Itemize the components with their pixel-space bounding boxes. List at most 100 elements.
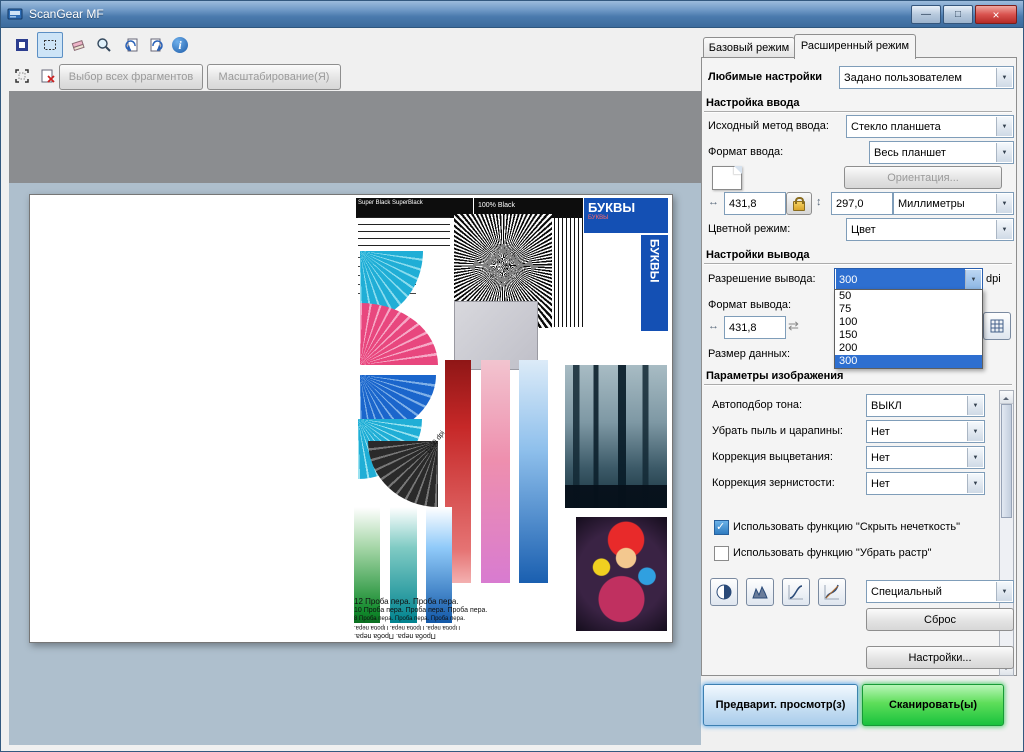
divider <box>704 384 1012 386</box>
chart-vertical-stripes <box>554 215 584 327</box>
crop-frame-button[interactable] <box>9 63 35 89</box>
unsharp-mask-checkbox[interactable]: ✓ <box>714 520 729 535</box>
resolution-option-selected[interactable]: 300 <box>835 355 982 368</box>
resolution-label: Разрешение вывода: <box>708 273 816 285</box>
chart-magenta-fan <box>360 303 438 365</box>
tab-advanced-mode[interactable]: Расширенный режим <box>794 34 916 59</box>
chevron-down-icon: ▼ <box>996 220 1012 239</box>
chart-bukvy-header: БУКВЫ БУКВЫ <box>584 198 668 233</box>
rotate-left-button[interactable] <box>119 32 145 58</box>
rotate-left-icon <box>125 38 138 52</box>
info-button[interactable]: i <box>167 32 193 58</box>
reset-button[interactable]: Сброс <box>866 608 1014 631</box>
resolution-option[interactable]: 100 <box>835 316 982 329</box>
units-select[interactable]: Миллиметры ▼ <box>893 192 1014 215</box>
resolution-dropdown-list: 50 75 100 150 200 300 <box>834 289 983 369</box>
crop-select-tool-button[interactable] <box>37 32 63 58</box>
descreen-checkbox[interactable] <box>714 546 729 561</box>
unsharp-mask-label: Использовать функцию "Скрыть нечеткость" <box>733 521 960 533</box>
tone-curve-icon <box>788 585 803 600</box>
input-settings-title: Настройка ввода <box>706 97 800 109</box>
chevron-down-icon: ▼ <box>996 582 1012 601</box>
preview-area[interactable]: Super Black SuperBlack 100% Black БУКВЫ … <box>9 91 701 745</box>
resolution-select[interactable]: 300 ▼ <box>834 268 983 291</box>
minimize-button[interactable]: — <box>911 5 941 24</box>
output-size-grid-button[interactable] <box>983 312 1011 340</box>
final-review-button[interactable] <box>818 578 846 606</box>
aspect-lock-button[interactable] <box>786 192 812 215</box>
chart-doll-photo <box>576 517 667 631</box>
chevron-down-icon: ▼ <box>967 396 983 415</box>
auto-tone-select[interactable]: ВЫКЛ ▼ <box>866 394 985 417</box>
chart-bukvy-vertical: БУКВЫ <box>641 235 668 331</box>
eraser-icon <box>71 39 85 51</box>
main-toolbar: i <box>1 29 701 61</box>
width-icon: ↔ <box>708 320 719 332</box>
window-title: ScanGear MF <box>29 7 104 21</box>
scroll-up-icon[interactable] <box>1000 391 1013 404</box>
swap-dimensions-icon[interactable]: ⇄ <box>788 318 799 334</box>
remove-crop-icon <box>41 69 55 83</box>
input-width-field[interactable]: 431,8 <box>724 192 786 215</box>
crop-toolbar: Выбор всех фрагментов Масштабирование(Я) <box>1 61 701 91</box>
chevron-down-icon: ▼ <box>996 194 1012 213</box>
orientation-button[interactable]: Ориентация... <box>844 166 1002 189</box>
fading-correction-select[interactable]: Нет ▼ <box>866 446 985 469</box>
resolution-option[interactable]: 150 <box>835 329 982 342</box>
remove-crop-button[interactable] <box>35 63 61 89</box>
histogram-icon <box>752 585 768 599</box>
select-all-crops-button[interactable]: Выбор всех фрагментов <box>59 64 203 90</box>
input-height-field[interactable]: 297,0 <box>831 192 893 215</box>
chart-blue-bar <box>519 360 548 583</box>
chart-pen-line-3: 8 Проба пера. Проба пера. Проба пера. <box>354 616 465 622</box>
auto-crop-tool-button[interactable] <box>9 32 35 58</box>
close-button[interactable]: × <box>975 5 1017 24</box>
preview-button[interactable]: Предварит. просмотр(з) <box>703 684 858 726</box>
grain-correction-select[interactable]: Нет ▼ <box>866 472 985 495</box>
zoom-tool-button[interactable] <box>91 32 117 58</box>
output-settings-title: Настройки вывода <box>706 249 810 261</box>
output-format-label: Формат вывода: <box>708 299 792 311</box>
source-method-label: Исходный метод ввода: <box>708 120 829 132</box>
zoom-button[interactable]: Масштабирование(Я) <box>207 64 341 90</box>
erase-tool-button[interactable] <box>65 32 91 58</box>
divider <box>704 111 1012 113</box>
params-scrollbar[interactable] <box>999 390 1014 676</box>
chart-pen-line-5: Проба пера. Проба пера. <box>354 632 436 639</box>
resolution-option[interactable]: 75 <box>835 303 982 316</box>
preferences-button[interactable]: Настройки... <box>866 646 1014 669</box>
titlebar[interactable]: ScanGear MF — □ × <box>1 1 1023 28</box>
auto-tone-label: Автоподбор тона: <box>712 399 803 411</box>
source-method-select[interactable]: Стекло планшета ▼ <box>846 115 1014 138</box>
output-width-field[interactable]: 431,8 <box>724 316 786 339</box>
threshold-button[interactable] <box>710 578 738 606</box>
gamma-curve-icon <box>824 584 839 600</box>
marquee-select-icon <box>44 40 56 50</box>
color-mode-select[interactable]: Цвет ▼ <box>846 218 1014 241</box>
chevron-down-icon: ▼ <box>967 448 983 467</box>
dust-scratch-select[interactable]: Нет ▼ <box>866 420 985 443</box>
data-size-label: Размер данных: <box>708 348 791 360</box>
input-format-select[interactable]: Весь планшет ▼ <box>869 141 1014 164</box>
tab-basic-mode[interactable]: Базовый режим <box>703 37 795 58</box>
chart-pen-line-2: 10 Проба пера. Проба пера. Проба пера. <box>354 607 488 614</box>
favorites-select[interactable]: Задано пользователем ▼ <box>839 66 1014 89</box>
grain-correction-label: Коррекция зернистости: <box>712 477 835 489</box>
rotate-right-button[interactable] <box>143 32 169 58</box>
histogram-button[interactable] <box>746 578 774 606</box>
tone-curve-button[interactable] <box>782 578 810 606</box>
settings-panel: Любимые настройки Задано пользователем ▼… <box>701 57 1017 676</box>
scroll-thumb[interactable] <box>1001 404 1012 518</box>
dust-scratch-label: Убрать пыль и царапины: <box>712 425 843 437</box>
auto-crop-icon <box>16 39 28 51</box>
chevron-down-icon: ▼ <box>996 143 1012 162</box>
scan-button[interactable]: Сканировать(ы) <box>862 684 1004 726</box>
preview-page[interactable]: Super Black SuperBlack 100% Black БУКВЫ … <box>29 194 673 643</box>
crop-frame-icon <box>15 69 29 83</box>
maximize-button[interactable]: □ <box>943 5 973 24</box>
color-mode-label: Цветной режим: <box>708 223 791 235</box>
resolution-option[interactable]: 200 <box>835 342 982 355</box>
resolution-option[interactable]: 50 <box>835 290 982 303</box>
preset-select[interactable]: Специальный ▼ <box>866 580 1014 603</box>
chart-pen-line-1: 12 Проба пера. Проба пера. <box>354 597 459 606</box>
